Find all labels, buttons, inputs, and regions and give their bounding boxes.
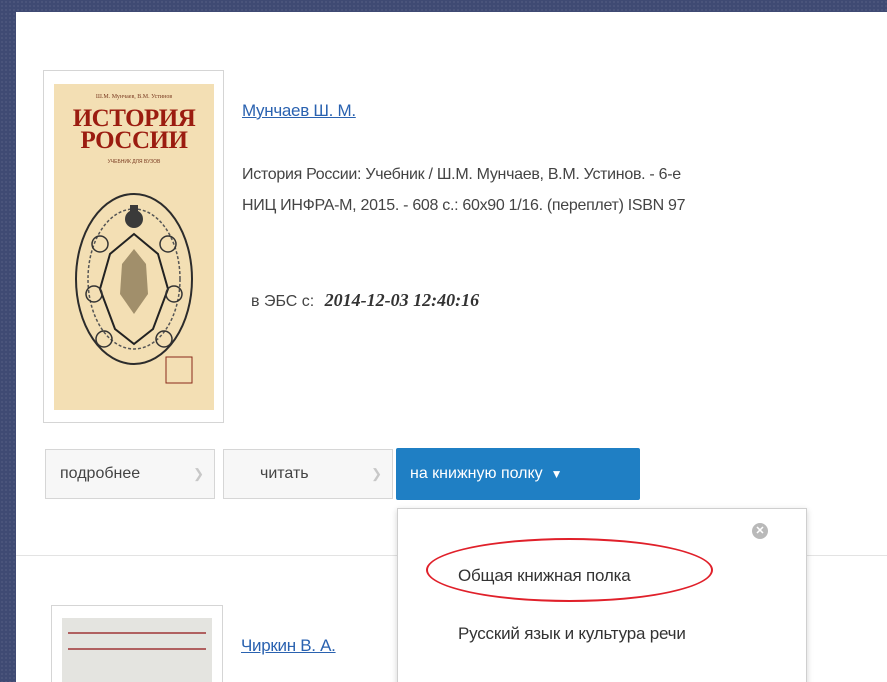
caret-down-icon: ▼ (550, 467, 563, 481)
read-button-label: читать (260, 465, 309, 482)
description-line2: НИЦ ИНФРА-М, 2015. - 608 с.: 60x90 1/16.… (242, 197, 686, 214)
ebs-added-date: в ЭБС с: 2014-12-03 12:40:16 (251, 290, 479, 311)
menu-item-general-shelf[interactable]: Общая книжная полка (458, 566, 631, 586)
ebs-label: в ЭБС с: (251, 293, 315, 310)
description-line1: История России: Учебник / Ш.М. Мунчаев, … (242, 166, 681, 183)
cover2-stripe (68, 648, 206, 650)
read-button[interactable]: читать ❯ (223, 449, 393, 499)
chevron-right-icon: ❯ (193, 466, 204, 481)
chevron-right-icon: ❯ (371, 466, 382, 481)
cover-subtitle: УЧЕБНИК ДЛЯ ВУЗОВ (107, 159, 161, 165)
book-description: История России: Учебник / Ш.М. Мунчаев, … (242, 159, 887, 221)
book-cover-image[interactable]: Ш.М. Мунчаев, В.М. Устинов ИСТОРИЯ РОССИ… (54, 84, 214, 410)
details-button-label: подробнее (60, 465, 141, 482)
add-to-shelf-button[interactable]: на книжную полку ▼ (396, 448, 640, 500)
coat-of-arms-emblem-icon (75, 193, 193, 384)
content-panel: Ш.М. Мунчаев, В.М. Устинов ИСТОРИЯ РОССИ… (16, 12, 887, 682)
cover-authors: Ш.М. Мунчаев, В.М. Устинов (95, 94, 173, 100)
book-cover-frame[interactable]: Ш.М. Мунчаев, В.М. Устинов ИСТОРИЯ РОССИ… (43, 70, 224, 423)
menu-item-russian-language-shelf[interactable]: Русский язык и культура речи (458, 624, 686, 644)
author-link-2[interactable]: Чиркин В. А. (241, 636, 336, 656)
add-to-shelf-label: на книжную полку (410, 465, 543, 482)
author-link[interactable]: Мунчаев Ш. М. (242, 101, 356, 121)
shelf-dropdown-menu: ✕ Общая книжная полка Русский язык и кул… (397, 508, 807, 682)
cover-title: ИСТОРИЯ РОССИИ (54, 106, 214, 154)
book-cover-frame-2[interactable] (51, 605, 223, 682)
cover-title-line2: РОССИИ (80, 127, 188, 154)
book-cover-image-2[interactable] (62, 618, 212, 682)
details-button[interactable]: подробнее ❯ (45, 449, 215, 499)
cover2-stripe (68, 632, 206, 634)
ebs-date-value: 2014-12-03 12:40:16 (324, 290, 480, 310)
close-circle-icon[interactable]: ✕ (752, 523, 768, 539)
